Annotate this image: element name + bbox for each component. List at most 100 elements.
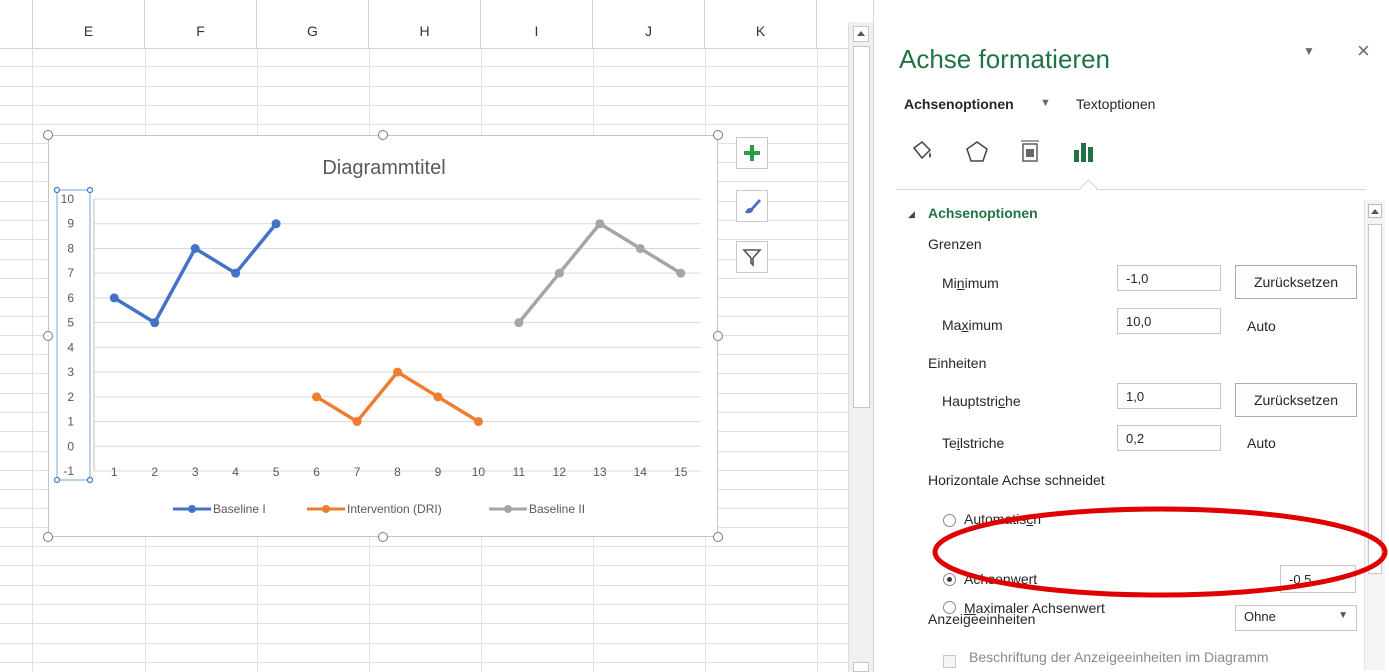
effects-icon[interactable] (959, 134, 995, 170)
y-tick-label: 10 (61, 192, 75, 206)
maximum-auto-label: Auto (1247, 318, 1276, 334)
radio-automatic-label[interactable]: Automatisch (964, 511, 1041, 527)
data-point (190, 243, 200, 253)
arrow-up-icon (857, 31, 865, 36)
chart-area[interactable]: Diagrammtitel -1 0 1 2 3 4 5 6 7 8 9 10 1 2 3 4 5 6 7 8 9 10 11… (48, 135, 718, 537)
chart-styles-button[interactable] (736, 190, 768, 222)
display-units-select[interactable]: Ohne ▼ (1235, 605, 1357, 631)
column-header-e[interactable]: E (32, 0, 145, 48)
major-unit-label: Hauptstriche (942, 393, 1021, 409)
minimum-reset-button[interactable]: Zurücksetzen (1235, 265, 1357, 299)
pane-scroll-up-button[interactable] (1368, 204, 1382, 218)
sheet-vertical-scrollbar[interactable] (848, 22, 873, 672)
data-point (312, 392, 322, 402)
x-tick-label: 9 (435, 465, 442, 479)
y-axis-selection-handle (53, 186, 61, 194)
data-point (635, 243, 645, 253)
data-point (554, 268, 564, 278)
row-gridline (0, 546, 848, 547)
resize-handle-bottom[interactable] (378, 532, 388, 542)
resize-handle-bottom-right[interactable] (713, 532, 723, 542)
crosses-label: Horizontale Achse schneidet (928, 472, 1105, 488)
chart-filters-button[interactable] (736, 241, 768, 273)
row-gridline (0, 105, 848, 106)
radio-axis-value-label[interactable]: Achsenwert (964, 571, 1037, 587)
spreadsheet[interactable]: E F G H I J K Diagrammtitel -1 0 1 2 3 4 5 6 7 8 9 1… (0, 0, 848, 672)
data-point (473, 417, 483, 427)
y-tick-label: -1 (63, 464, 74, 478)
data-point (393, 367, 402, 377)
section-axis-options[interactable]: Achsenoptionen (928, 205, 1038, 221)
tab-text-options[interactable]: Textoptionen (1076, 96, 1155, 112)
chevron-down-icon: ▼ (1338, 610, 1348, 621)
column-header-i[interactable]: I (481, 0, 593, 48)
column-header-j[interactable]: J (593, 0, 705, 48)
data-point (271, 219, 281, 229)
scroll-down-button[interactable] (853, 662, 869, 672)
pane-scroll-thumb[interactable] (1368, 224, 1382, 574)
y-tick-label: 4 (67, 340, 74, 354)
x-tick-label: 11 (513, 465, 526, 479)
filter-icon (742, 249, 762, 267)
chevron-down-icon[interactable]: ▼ (1040, 97, 1051, 109)
resize-handle-right[interactable] (713, 331, 723, 341)
major-unit-reset-button[interactable]: Zurücksetzen (1235, 383, 1357, 417)
display-units-checkbox[interactable] (943, 655, 956, 668)
column-header-h[interactable]: H (369, 0, 481, 48)
column-header-k[interactable]: K (705, 0, 817, 48)
legend-marker (322, 505, 330, 513)
minimum-input[interactable] (1117, 265, 1221, 291)
y-tick-label: 9 (67, 217, 74, 231)
radio-axis-value[interactable] (943, 573, 956, 586)
format-axis-pane: Achse formatieren ▼ × Achsenoptionen ▼ T… (873, 0, 1389, 672)
row-gridline (0, 124, 848, 125)
resize-handle-left[interactable] (43, 331, 53, 341)
axis-options-icon[interactable] (1066, 134, 1102, 170)
y-tick-label: 3 (67, 365, 74, 379)
row-gridline (0, 66, 848, 67)
collapse-triangle-icon[interactable]: ◢ (908, 209, 915, 220)
bounds-label: Grenzen (928, 236, 982, 252)
legend-label: Intervention (DRI) (347, 502, 442, 516)
arrow-up-icon (1371, 209, 1379, 214)
radio-automatic[interactable] (943, 514, 956, 527)
x-tick-label: 15 (674, 465, 688, 479)
resize-handle-top-left[interactable] (43, 130, 53, 140)
column-header-f[interactable]: F (145, 0, 257, 48)
minor-unit-input[interactable] (1117, 425, 1221, 451)
resize-handle-top[interactable] (378, 130, 388, 140)
close-icon[interactable]: × (1357, 38, 1370, 64)
display-units-value: Ohne (1244, 609, 1276, 624)
x-tick-label: 7 (354, 465, 361, 479)
major-unit-input[interactable] (1117, 383, 1221, 409)
y-axis-selection-handle (86, 186, 94, 194)
plus-icon (744, 145, 760, 161)
y-axis-selection-box (56, 189, 91, 481)
resize-handle-bottom-left[interactable] (43, 532, 53, 542)
x-tick-label: 2 (151, 465, 158, 479)
display-units-checkbox-label: Beschriftung der Anzeigeeinheiten im Dia… (969, 649, 1269, 665)
scroll-thumb[interactable] (853, 46, 870, 408)
y-tick-label: 5 (67, 316, 74, 330)
data-point (109, 293, 119, 303)
column-header-g[interactable]: G (257, 0, 369, 48)
scroll-up-button[interactable] (853, 26, 869, 42)
active-tab-indicator (1079, 179, 1098, 198)
maximum-input[interactable] (1117, 308, 1221, 334)
pane-options-dropdown-icon[interactable]: ▼ (1303, 44, 1315, 58)
row-gridline (0, 86, 848, 87)
data-point (150, 318, 160, 328)
axis-value-input[interactable] (1280, 565, 1356, 593)
display-units-label: Anzeigeeinheiten (928, 611, 1036, 627)
y-axis-selection-handle (53, 476, 61, 484)
size-properties-icon[interactable] (1012, 134, 1048, 170)
fill-line-icon[interactable] (904, 134, 940, 170)
y-tick-label: 1 (67, 415, 74, 429)
pane-vertical-scrollbar[interactable] (1364, 200, 1385, 670)
units-label: Einheiten (928, 355, 987, 371)
chart-elements-button[interactable] (736, 137, 768, 169)
tab-axis-options[interactable]: Achsenoptionen (904, 96, 1014, 112)
resize-handle-top-right[interactable] (713, 130, 723, 140)
x-tick-label: 5 (273, 465, 280, 479)
row-gridline (0, 604, 848, 605)
